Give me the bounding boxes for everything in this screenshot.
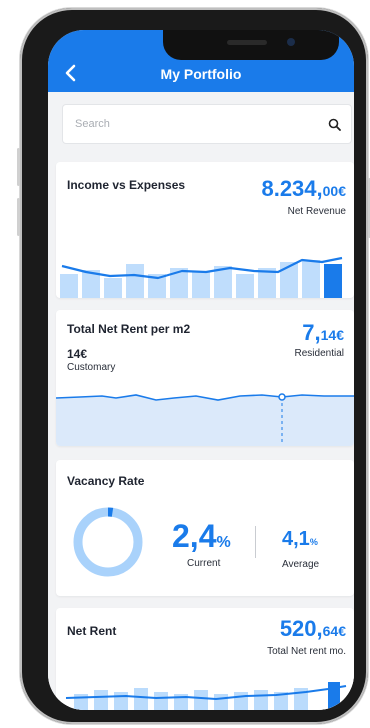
donut-track [73, 507, 143, 577]
chart-bar [154, 692, 168, 710]
chart-bar [114, 692, 128, 710]
net-revenue-main: 8.234, [261, 176, 323, 201]
current-vacancy-label: Current [187, 558, 221, 569]
chart-bar [194, 690, 208, 710]
average-vacancy-main: 4,1 [282, 528, 310, 550]
net-rent-main: 520, [279, 616, 323, 641]
chart-bar [134, 688, 148, 710]
vacancy-rate-card[interactable]: Vacancy Rate 2,4% Current 4,1% Average [56, 460, 354, 596]
net-revenue-decimal: 00€ [322, 183, 346, 199]
chart-bar [94, 690, 108, 710]
net-rent-chart [65, 682, 347, 710]
vacancy-card-title: Vacancy Rate [67, 474, 145, 488]
chart-bar [302, 260, 320, 298]
chart-bar [126, 264, 144, 298]
chart-bar [60, 274, 78, 298]
search-icon[interactable] [328, 118, 341, 131]
net-rent-card[interactable]: Net Rent 520,64€ Total Net rent mo. [56, 608, 354, 710]
vacancy-divider [255, 526, 256, 558]
average-vacancy-unit: % [309, 537, 318, 547]
current-vacancy-value: 2,4% [172, 518, 231, 555]
vacancy-donut-chart [73, 507, 143, 577]
average-vacancy-value: 4,1% [282, 528, 318, 551]
front-camera [287, 38, 295, 46]
phone-notch [163, 30, 339, 60]
chart-bar-highlight [324, 264, 342, 298]
income-card-title: Income vs Expenses [67, 178, 186, 192]
net-rent-decimal: 64€ [322, 623, 346, 639]
phone-side-button [17, 148, 20, 186]
customary-value: 14€ [67, 347, 88, 361]
chart-bar [236, 274, 254, 298]
phone-screen: My Portfolio Search Income vs Expenses 8… [48, 30, 354, 710]
residential-label: Residential [294, 348, 344, 359]
main-content: Search Income vs Expenses 8.234,00€ Net … [48, 92, 354, 710]
rent-per-m2-card[interactable]: Total Net Rent per m2 7,14€ Residential … [56, 310, 354, 446]
residential-decimal: 14€ [320, 327, 344, 343]
rent-m2-card-title: Total Net Rent per m2 [67, 322, 191, 336]
income-expenses-chart [60, 256, 343, 298]
rent-per-m2-chart [56, 393, 354, 446]
chart-bar [234, 692, 248, 710]
net-revenue-value: 8.234,00€ [261, 176, 346, 202]
residential-value: 7,14€ [302, 320, 344, 346]
current-vacancy-main: 2,4 [172, 518, 217, 554]
current-vacancy-unit: % [216, 534, 231, 551]
net-revenue-label: Net Revenue [287, 206, 346, 217]
page-title: My Portfolio [160, 66, 242, 82]
net-rent-label: Total Net rent mo. [267, 646, 346, 657]
chart-marker-point [278, 393, 286, 401]
net-rent-card-title: Net Rent [67, 624, 117, 638]
income-expenses-card[interactable]: Income vs Expenses 8.234,00€ Net Revenue [56, 162, 354, 298]
phone-side-button [17, 198, 20, 236]
chart-bar [254, 690, 268, 710]
chart-bar [214, 694, 228, 710]
chart-bar-highlight [328, 682, 340, 710]
chart-bar [104, 278, 122, 298]
net-rent-value: 520,64€ [280, 616, 346, 642]
customary-label: Customary [67, 362, 116, 373]
speaker-grille [227, 40, 267, 45]
chart-bar [192, 272, 210, 298]
residential-main: 7, [302, 320, 321, 345]
chart-area [56, 395, 354, 446]
average-vacancy-label: Average [282, 559, 320, 570]
search-placeholder: Search [75, 118, 110, 130]
search-input[interactable]: Search [62, 104, 352, 144]
